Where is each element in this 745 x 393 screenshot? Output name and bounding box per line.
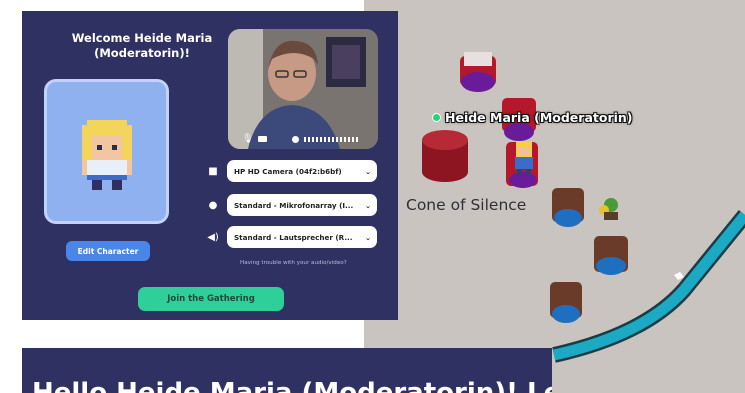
mic-toggle-icon[interactable]: 🎙: [242, 134, 253, 144]
plant: [599, 198, 618, 220]
webcam-feed: [228, 29, 378, 149]
chair-right-2: [594, 236, 628, 275]
camera-icon: ■: [208, 165, 218, 177]
edit-character-button[interactable]: Edit Character: [66, 241, 150, 261]
banner-text: Hello Heide Maria (Moderatorin)! Let's: [32, 378, 552, 393]
audio-level-icon: [292, 135, 300, 143]
camera-row: ■ HP HD Camera (04f2:b6bf) ⌄: [202, 160, 377, 182]
player-name: Heide Maria (Moderatorin): [445, 110, 633, 125]
chair-right-1: [552, 188, 584, 227]
welcome-banner: Hello Heide Maria (Moderatorin)! Let's: [22, 348, 552, 393]
microphone-select[interactable]: Standard - Mikrofonarray (I... ⌄: [227, 194, 377, 216]
microphone-row: ● Standard - Mikrofonarray (I... ⌄: [202, 194, 377, 216]
chair-top: [460, 52, 496, 92]
video-toggle-icon[interactable]: [258, 136, 268, 142]
video-controls: 🎙: [242, 133, 361, 145]
online-status-dot: [432, 113, 441, 122]
character-sprite: [82, 120, 132, 190]
microphone-icon: ●: [208, 199, 218, 211]
chevron-down-icon: ⌄: [364, 166, 371, 176]
speaker-row: ◀) Standard - Lautsprecher (R... ⌄: [202, 226, 377, 248]
chevron-down-icon: ⌄: [364, 232, 371, 242]
join-gathering-button[interactable]: Join the Gathering: [138, 287, 284, 311]
speaker-select[interactable]: Standard - Lautsprecher (R... ⌄: [227, 226, 377, 248]
welcome-title: Welcome Heide Maria (Moderatorin)!: [71, 31, 213, 60]
cone-of-silence-object: [422, 130, 468, 182]
video-preview: 🎙: [228, 29, 378, 149]
join-dialog: Welcome Heide Maria (Moderatorin)! Edit …: [22, 11, 398, 320]
player-name-tag: Heide Maria (Moderatorin): [432, 110, 633, 125]
av-trouble-link[interactable]: Having trouble with your audio/video?: [240, 260, 347, 266]
audio-level-meter: [304, 136, 361, 142]
cone-of-silence-label: Cone of Silence: [406, 196, 527, 214]
speaker-icon: ◀): [207, 231, 219, 243]
chair-right-3: [550, 282, 582, 323]
avatar-preview: [44, 79, 169, 224]
chevron-down-icon: ⌄: [364, 200, 371, 210]
camera-select[interactable]: HP HD Camera (04f2:b6bf) ⌄: [227, 160, 377, 182]
